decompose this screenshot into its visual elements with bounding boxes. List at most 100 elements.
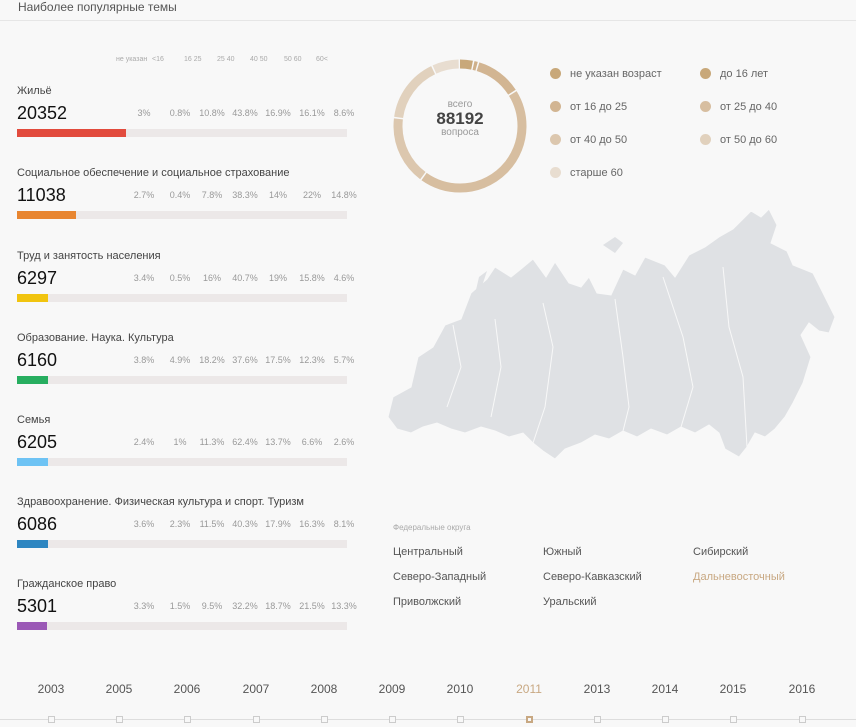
topic-name: Гражданское право bbox=[17, 578, 117, 590]
legend-item[interactable]: от 16 до 25 bbox=[550, 101, 627, 113]
topic-age-percent: 2.4% bbox=[133, 437, 155, 447]
topic-count: 6160 bbox=[17, 350, 58, 370]
topic-age-percent: 38.3% bbox=[232, 190, 258, 200]
title-divider bbox=[0, 20, 856, 21]
timeline-dot[interactable] bbox=[184, 716, 191, 723]
topic-row[interactable]: Жильё 20352 3% 0.8% 10.8% 43.8% 16.9% 16.1% 8.6% bbox=[17, 85, 354, 145]
district-link[interactable]: Северо-Западный bbox=[393, 571, 486, 583]
topic-age-percent: 12.3% bbox=[299, 355, 325, 365]
timeline-dot[interactable] bbox=[253, 716, 260, 723]
topic-count: 6205 bbox=[17, 432, 58, 452]
legend-label: старше 60 bbox=[570, 167, 623, 179]
topic-bar-track bbox=[17, 622, 347, 630]
timeline-dot[interactable] bbox=[799, 716, 806, 723]
topic-age-percent: 6.6% bbox=[301, 437, 323, 447]
timeline-year[interactable]: 2006 bbox=[167, 682, 207, 696]
topic-age-percent: 37.6% bbox=[232, 355, 258, 365]
topic-age-percent: 2.7% bbox=[133, 190, 155, 200]
age-header-label: не указан bbox=[116, 56, 148, 63]
topic-age-percent: 4.9% bbox=[169, 355, 191, 365]
timeline-year[interactable]: 2008 bbox=[304, 682, 344, 696]
topic-age-percent: 43.8% bbox=[232, 108, 258, 118]
topic-row[interactable]: Здравоохранение. Физическая культура и с… bbox=[17, 496, 354, 556]
legend-item[interactable]: до 16 лет bbox=[700, 68, 768, 80]
topic-bar-fill bbox=[17, 622, 47, 630]
legend-item[interactable]: от 50 до 60 bbox=[700, 134, 777, 146]
topic-age-percent: 7.8% bbox=[201, 190, 223, 200]
topic-age-percent: 3.6% bbox=[133, 519, 155, 529]
timeline-year[interactable]: 2011 bbox=[509, 682, 549, 696]
legend-label: не указан возраст bbox=[570, 68, 662, 80]
timeline-year[interactable]: 2005 bbox=[99, 682, 139, 696]
age-header-label: 25 40 bbox=[217, 56, 235, 63]
timeline-year[interactable]: 2016 bbox=[782, 682, 822, 696]
timeline-dot[interactable] bbox=[389, 716, 396, 723]
timeline-year[interactable]: 2014 bbox=[645, 682, 685, 696]
topic-bar-track bbox=[17, 294, 347, 302]
district-link[interactable]: Сибирский bbox=[693, 546, 748, 558]
timeline-year[interactable]: 2010 bbox=[440, 682, 480, 696]
topic-bar-fill bbox=[17, 540, 49, 548]
topic-age-percent: 3.4% bbox=[133, 273, 155, 283]
topic-bar-track bbox=[17, 129, 347, 137]
map-island-north bbox=[603, 237, 623, 253]
timeline-dot[interactable] bbox=[457, 716, 464, 723]
district-link[interactable]: Приволжский bbox=[393, 596, 461, 608]
legend-item[interactable]: старше 60 bbox=[550, 167, 623, 179]
timeline-dot[interactable] bbox=[730, 716, 737, 723]
age-header-label: 60< bbox=[316, 56, 328, 63]
legend-label: от 50 до 60 bbox=[720, 134, 778, 146]
legend-dot-icon bbox=[550, 167, 561, 178]
topic-age-percent: 14.8% bbox=[331, 190, 357, 200]
timeline-year[interactable]: 2013 bbox=[577, 682, 617, 696]
russia-map[interactable] bbox=[383, 207, 838, 467]
topic-age-percent: 5.7% bbox=[333, 355, 355, 365]
district-link[interactable]: Южный bbox=[543, 546, 582, 558]
topic-row[interactable]: Социальное обеспечение и социальное стра… bbox=[17, 167, 357, 227]
legend-item[interactable]: от 40 до 50 bbox=[550, 134, 627, 146]
timeline-track bbox=[0, 719, 856, 720]
legend-item[interactable]: от 25 до 40 bbox=[700, 101, 777, 113]
legend-dot-icon bbox=[700, 134, 711, 145]
topic-row[interactable]: Гражданское право 5301 3.3% 1.5% 9.5% 32.2% 18… bbox=[17, 578, 357, 638]
topic-age-percent: 8.1% bbox=[333, 519, 355, 529]
timeline-dot[interactable] bbox=[48, 716, 55, 723]
legend-dot-icon bbox=[700, 68, 711, 79]
topic-age-percent: 16.3% bbox=[299, 519, 325, 529]
timeline-dot[interactable] bbox=[116, 716, 123, 723]
legend-dot-icon bbox=[550, 101, 561, 112]
topic-age-percent: 11.5% bbox=[199, 519, 225, 529]
timeline-dot[interactable] bbox=[526, 716, 533, 723]
topic-age-percent: 14% bbox=[268, 190, 287, 200]
district-link[interactable]: Северо-Кавказский bbox=[543, 571, 642, 583]
timeline-dot[interactable] bbox=[321, 716, 328, 723]
timeline-year[interactable]: 2009 bbox=[372, 682, 412, 696]
timeline-dot[interactable] bbox=[594, 716, 601, 723]
topic-bar-track bbox=[17, 211, 347, 219]
legend-dot-icon bbox=[550, 68, 561, 79]
district-link[interactable]: Уральский bbox=[543, 596, 596, 608]
topic-count: 6297 bbox=[17, 268, 58, 288]
topic-bar-fill bbox=[17, 211, 77, 219]
district-link[interactable]: Дальневосточный bbox=[693, 571, 785, 583]
topic-name: Жильё bbox=[17, 85, 52, 97]
timeline-year[interactable]: 2003 bbox=[31, 682, 71, 696]
timeline-year[interactable]: 2007 bbox=[236, 682, 276, 696]
topic-count: 11038 bbox=[17, 185, 66, 205]
total-questions: 88192 bbox=[436, 109, 484, 128]
district-link[interactable]: Центральный bbox=[393, 546, 463, 558]
legend-label: от 25 до 40 bbox=[720, 101, 778, 113]
page-title: Наиболее популярные темы bbox=[18, 0, 177, 14]
topic-age-percent: 0.8% bbox=[169, 108, 191, 118]
legend-item[interactable]: не указан возраст bbox=[550, 68, 662, 80]
timeline-year[interactable]: 2015 bbox=[713, 682, 753, 696]
topic-bar-fill bbox=[17, 376, 49, 384]
topic-row[interactable]: Образование. Наука. Культура 6160 3.8% 4.9%… bbox=[17, 332, 354, 392]
year-timeline: 2003 2005 2006 2007 2008 2009 2010 2011 2013 2014… bbox=[0, 680, 856, 727]
topic-age-percent: 17.9% bbox=[265, 519, 291, 529]
timeline-dot[interactable] bbox=[662, 716, 669, 723]
total-unit: вопроса bbox=[441, 127, 479, 138]
topic-age-percent: 19% bbox=[268, 273, 287, 283]
topic-row[interactable]: Семья 6205 2.4% 1% 11.3% 62.4% 13.7% 6.6% 2.6% bbox=[17, 414, 354, 474]
topic-row[interactable]: Труд и занятость населения 6297 3.4% 0.5% 16… bbox=[17, 250, 354, 310]
